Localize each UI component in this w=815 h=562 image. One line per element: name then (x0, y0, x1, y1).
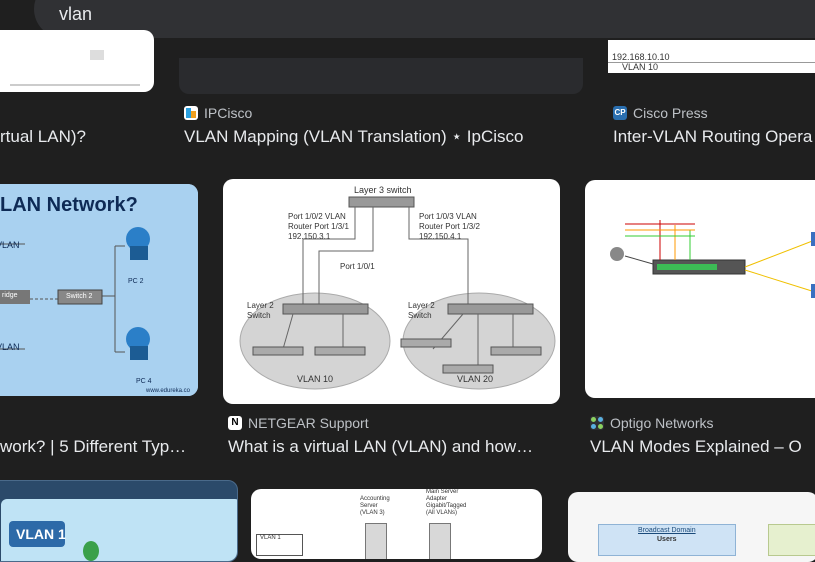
thumb-label: Switch 2 (66, 293, 93, 300)
netgear-favicon-icon: N (228, 416, 242, 430)
image-result-thumb[interactable]: Accounting Server (VLAN 3) Main Server A… (251, 489, 542, 559)
thumb-label: ridge (2, 292, 18, 299)
thumb-label: Switch (247, 311, 271, 320)
source-name: NETGEAR Support (248, 415, 369, 431)
thumb-label: PC 2 (128, 278, 144, 285)
thumb-label: Switch (408, 311, 432, 320)
thumb-label: VLAN 1 (16, 526, 66, 542)
image-result-thumb[interactable]: VLAN 1 (0, 480, 238, 562)
image-result-thumb[interactable] (0, 30, 154, 92)
image-result-thumb[interactable] (585, 180, 815, 398)
thumb-label: Adapter (426, 496, 448, 502)
result-title[interactable]: VLAN Modes Explained – O (590, 437, 815, 457)
thumb-label: Port 1/0/3 VLAN (419, 212, 477, 221)
thumb-label: Main Server (426, 489, 459, 495)
image-result-thumb[interactable] (179, 58, 583, 94)
thumb-label: 192.150.3.1 (288, 232, 331, 241)
thumb-label: Router Port 1/3/1 (288, 222, 349, 231)
ipcisco-favicon-icon (184, 106, 198, 120)
thumb-label: Layer 3 switch (354, 185, 412, 195)
source-name: Cisco Press (633, 105, 708, 121)
thumb-label: PC 4 (136, 378, 152, 385)
result-title[interactable]: What is a virtual LAN (VLAN) and how… (228, 437, 563, 457)
thumb-graphic (239, 196, 556, 390)
thumb-heading: LAN Network? (0, 194, 138, 216)
image-result-thumb[interactable]: Layer 3 switch Port 1/0/2 VLAN Router Po… (223, 179, 560, 404)
image-result-thumb[interactable]: Broadcast Domain Users (568, 492, 815, 562)
thumb-label: (All VLANs) (426, 510, 458, 516)
thumb-label: Broadcast Domain (638, 527, 696, 534)
image-result-thumb[interactable]: 192.168.10.10 VLAN 10 (608, 40, 815, 73)
thumb-label: (VLAN 3) (360, 510, 385, 516)
result-source[interactable]: N NETGEAR Support (228, 415, 369, 431)
result-title[interactable]: Inter-VLAN Routing Opera (613, 127, 815, 147)
thumb-graphic (10, 50, 140, 86)
thumb-label: Gigabit/Tagged (426, 503, 467, 509)
image-result-thumb[interactable]: LAN Network? VLAN VLAN ridge Switch 2 PC… (0, 184, 198, 396)
result-title[interactable]: rtual LAN)? (0, 127, 160, 147)
result-title[interactable]: work? | 5 Different Typ… (0, 437, 200, 457)
thumb-label: VLAN (0, 240, 20, 250)
thumb-label: VLAN 20 (457, 374, 494, 384)
result-source[interactable]: CP Cisco Press (613, 105, 708, 121)
result-title[interactable]: VLAN Mapping (VLAN Translation) ⋆ IpCisc… (184, 127, 584, 147)
cisco-press-favicon-icon: CP (613, 106, 627, 120)
thumb-label: Port 1/0/1 (340, 262, 375, 271)
thumb-label: Users (657, 536, 677, 543)
thumb-text: VLAN 10 (622, 62, 659, 72)
optigo-favicon-icon (590, 416, 604, 430)
thumb-label: 192.150.4.1 (419, 232, 462, 241)
thumb-label: VLAN (0, 342, 20, 352)
source-name: IPCisco (204, 105, 253, 121)
thumb-label: Layer 2 (247, 301, 274, 310)
thumb-label: Layer 2 (408, 301, 435, 310)
search-query: vlan (59, 4, 93, 24)
thumb-label: Accounting (360, 496, 390, 502)
thumb-label: VLAN 1 (260, 535, 281, 541)
thumb-graphic (610, 220, 815, 298)
thumb-label: Port 1/0/2 VLAN (288, 212, 346, 221)
result-source[interactable]: IPCisco (184, 105, 252, 121)
thumb-label: Router Port 1/3/2 (419, 222, 480, 231)
result-source[interactable]: Optigo Networks (590, 415, 713, 431)
thumb-label: www.edureka.co (146, 388, 191, 394)
source-name: Optigo Networks (610, 415, 714, 431)
thumb-text: 192.168.10.10 (612, 52, 670, 62)
thumb-label: Server (360, 503, 378, 509)
thumb-label: VLAN 10 (297, 374, 334, 384)
